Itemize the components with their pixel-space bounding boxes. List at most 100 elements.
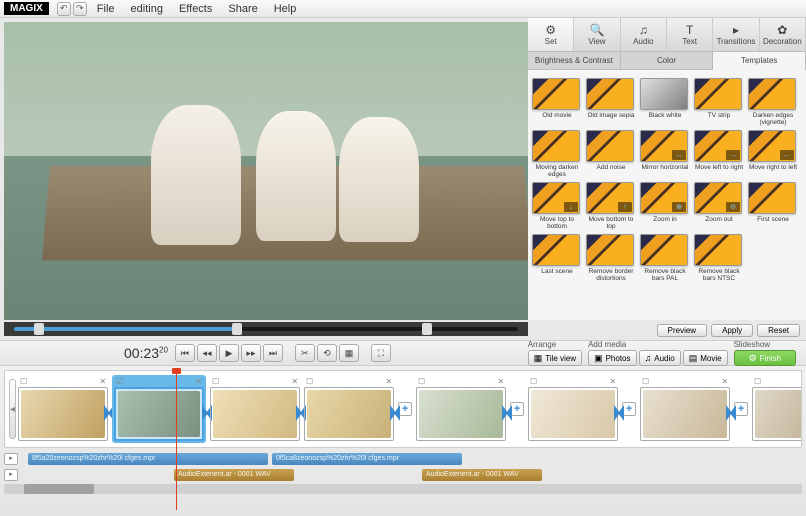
play-button[interactable]: ▶ bbox=[219, 344, 239, 362]
photo-icon: ▣ bbox=[594, 353, 603, 364]
tile-view-button[interactable]: ▦Tile view bbox=[528, 350, 582, 366]
checkbox-icon[interactable]: ☐ bbox=[642, 377, 649, 387]
checkbox-icon[interactable]: ☐ bbox=[530, 377, 537, 387]
strip-prev-button[interactable]: ◂ bbox=[9, 379, 16, 439]
add-clip-button[interactable]: + bbox=[734, 402, 748, 416]
menu-help[interactable]: Help bbox=[266, 3, 305, 15]
audio-track-clip[interactable]: AudioExtenent.ar - 0001 WAV bbox=[422, 469, 542, 481]
cut-button[interactable]: ✂ bbox=[295, 344, 315, 362]
close-icon[interactable]: ✕ bbox=[497, 377, 504, 387]
template-add-noise[interactable]: Add noise bbox=[586, 130, 636, 178]
tab-view[interactable]: 🔍View bbox=[574, 18, 620, 51]
add-audio-button[interactable]: ♫Audio bbox=[639, 350, 681, 366]
redo-button[interactable]: ↷ bbox=[73, 2, 87, 16]
add-clip-button[interactable]: + bbox=[510, 402, 524, 416]
playhead[interactable] bbox=[176, 370, 177, 510]
template-black-white[interactable]: Black white bbox=[640, 78, 690, 126]
template-move-top-to-bottom[interactable]: ↓Move top to bottom bbox=[532, 182, 582, 230]
menu-editing[interactable]: editing bbox=[123, 3, 171, 15]
clip[interactable]: ☐✕ bbox=[416, 377, 506, 441]
tab-audio[interactable]: ♫Audio bbox=[621, 18, 667, 51]
transition-handle[interactable] bbox=[502, 405, 512, 421]
menu-share[interactable]: Share bbox=[220, 3, 265, 15]
fullscreen-button[interactable]: ⛶ bbox=[371, 344, 391, 362]
tool-button[interactable]: ▦ bbox=[339, 344, 359, 362]
finish-button[interactable]: ⚙Finish bbox=[734, 350, 796, 366]
clip[interactable]: ☐✕ bbox=[304, 377, 394, 441]
reset-button[interactable]: Reset bbox=[757, 324, 800, 337]
clip[interactable]: ☐✕ bbox=[640, 377, 730, 441]
video-track-clip[interactable]: 8f5a20zeonozsp%20zhr%20l cfges.mpr bbox=[28, 453, 268, 465]
template-tv-strip[interactable]: TV strip bbox=[694, 78, 744, 126]
template-darken-edges-vignette-[interactable]: Darken edges (vignette) bbox=[748, 78, 798, 126]
checkbox-icon[interactable]: ☐ bbox=[306, 377, 313, 387]
video-track-clip[interactable]: 0f5ca8zeonozsp%20zhr%20l cfges.mpr bbox=[272, 453, 462, 465]
undo-button[interactable]: ↶ bbox=[57, 2, 71, 16]
template-first-scene[interactable]: First scene bbox=[748, 182, 798, 230]
transition-handle[interactable] bbox=[726, 405, 736, 421]
template-remove-black-bars-pal[interactable]: Remove black bars PAL bbox=[640, 234, 690, 282]
template-move-bottom-to-top[interactable]: ↑Move bottom to top bbox=[586, 182, 636, 230]
template-mirror-horizontal[interactable]: ↔Mirror horizontal bbox=[640, 130, 690, 178]
audio-track-clip[interactable]: AudioExtenent.ar - 0001 WAV bbox=[174, 469, 294, 481]
tab-transitions[interactable]: ▸Transitions bbox=[713, 18, 759, 51]
template-last-scene[interactable]: Last scene bbox=[532, 234, 582, 282]
timeline-scrollbar[interactable] bbox=[4, 484, 802, 494]
transition-handle[interactable] bbox=[390, 405, 400, 421]
menu-file[interactable]: File bbox=[89, 3, 123, 15]
add-clip-button[interactable]: + bbox=[622, 402, 636, 416]
rotate-button[interactable]: ⟲ bbox=[317, 344, 337, 362]
checkbox-icon[interactable]: ☐ bbox=[418, 377, 425, 387]
close-icon[interactable]: ✕ bbox=[721, 377, 728, 387]
clip[interactable]: ☐✕ bbox=[210, 377, 300, 441]
track-toggle[interactable]: ▸ bbox=[4, 469, 18, 481]
next-button[interactable]: ▸▸ bbox=[241, 344, 261, 362]
close-icon[interactable]: ✕ bbox=[291, 377, 298, 387]
prev-button[interactable]: ◂◂ bbox=[197, 344, 217, 362]
preview-scrubber[interactable] bbox=[4, 322, 528, 336]
template-move-left-to-right[interactable]: →Move left to right bbox=[694, 130, 744, 178]
preview-button[interactable]: Preview bbox=[657, 324, 707, 337]
template-remove-black-bars-ntsc[interactable]: Remove black bars NTSC bbox=[694, 234, 744, 282]
menubar: MAGIX ↶ ↷ FileeditingEffectsShareHelp bbox=[0, 0, 806, 18]
subtab-color[interactable]: Color bbox=[621, 52, 714, 70]
checkbox-icon[interactable]: ☐ bbox=[20, 377, 27, 387]
template-zoom-in[interactable]: ⊕Zoom in bbox=[640, 182, 690, 230]
checkbox-icon[interactable]: ☑ bbox=[116, 377, 123, 387]
audio-icon: ♫ bbox=[639, 23, 648, 37]
clip[interactable]: ☐✕ bbox=[752, 377, 802, 441]
close-icon[interactable]: ✕ bbox=[609, 377, 616, 387]
tab-text[interactable]: TText bbox=[667, 18, 713, 51]
checkbox-icon[interactable]: ☐ bbox=[754, 377, 761, 387]
add-clip-button[interactable]: + bbox=[398, 402, 412, 416]
close-icon[interactable]: ✕ bbox=[99, 377, 106, 387]
add-movie-button[interactable]: ▤Movie bbox=[683, 350, 728, 366]
tab-set[interactable]: ⚙Set bbox=[528, 18, 574, 51]
subtab-templates[interactable]: Templates bbox=[713, 52, 806, 70]
checkbox-icon[interactable]: ☐ bbox=[212, 377, 219, 387]
template-zoom-out[interactable]: ⊖Zoom out bbox=[694, 182, 744, 230]
clip[interactable]: ☐✕ bbox=[18, 377, 108, 441]
first-button[interactable]: ⏮ bbox=[175, 344, 195, 362]
template-remove-border-distortions[interactable]: Remove border distortions bbox=[586, 234, 636, 282]
subtab-brightness-contrast[interactable]: Brightness & Contrast bbox=[528, 52, 621, 70]
last-button[interactable]: ⏭ bbox=[263, 344, 283, 362]
template-moving-darken-edges[interactable]: Moving darken edges bbox=[532, 130, 582, 178]
transition-handle[interactable] bbox=[614, 405, 624, 421]
track-toggle[interactable]: ▸ bbox=[4, 453, 18, 465]
template-old-movie[interactable]: Old movie bbox=[532, 78, 582, 126]
clip[interactable]: ☐✕ bbox=[528, 377, 618, 441]
template-move-right-to-left[interactable]: ←Move right to left bbox=[748, 130, 798, 178]
apply-button[interactable]: Apply bbox=[711, 324, 753, 337]
app-logo: MAGIX bbox=[4, 2, 49, 15]
close-icon[interactable]: ✕ bbox=[385, 377, 392, 387]
add-photos-button[interactable]: ▣Photos bbox=[588, 350, 636, 366]
tab-decoration[interactable]: ✿Decoration bbox=[760, 18, 806, 51]
clip[interactable]: ☑✕ bbox=[112, 375, 206, 443]
addmedia-header: Add media bbox=[588, 340, 728, 349]
close-icon[interactable]: ✕ bbox=[195, 377, 202, 387]
template-old-image-sepia[interactable]: Old image sepia bbox=[586, 78, 636, 126]
clip-strip: ◂ ☐✕☑✕☐✕☐✕+☐✕+☐✕+☐✕+☐✕ ▸ bbox=[4, 370, 802, 448]
timeline: ◂ ☐✕☑✕☐✕☐✕+☐✕+☐✕+☐✕+☐✕ ▸ ▸8f5a20zeonozsp… bbox=[0, 366, 806, 516]
menu-effects[interactable]: Effects bbox=[171, 3, 220, 15]
